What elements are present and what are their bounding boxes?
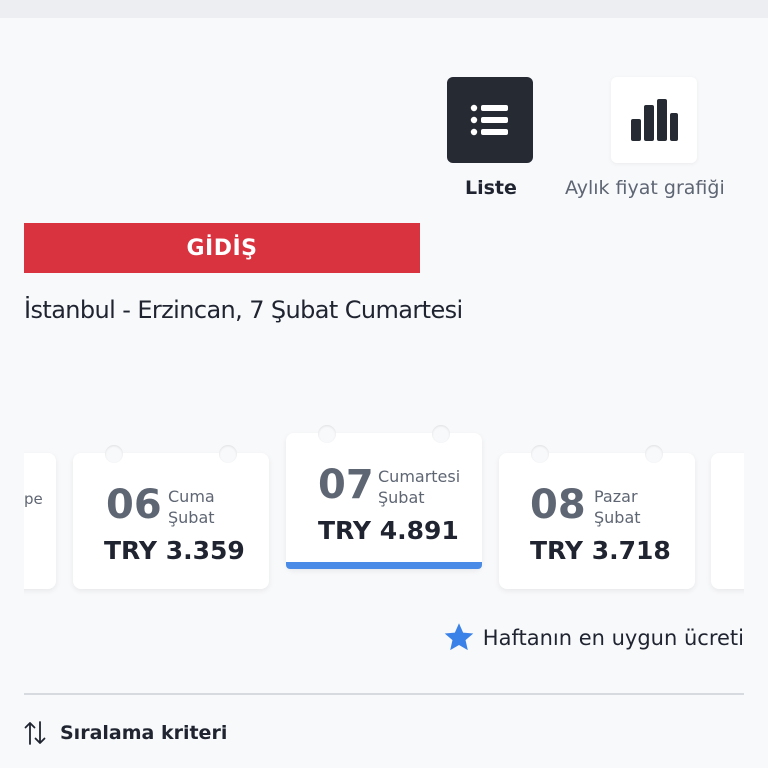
sort-label: Sıralama kriteri [60,722,228,744]
date-card-month: Şubat [168,508,215,527]
monthly-chart-label[interactable]: Aylık fiyat grafiği [565,177,725,199]
best-price-legend: Haftanın en uygun ücreti [443,622,744,653]
star-icon [444,623,474,651]
sort-button[interactable]: Sıralama kriteri [24,720,227,746]
date-card-price: TRY 3.359 [104,536,245,565]
date-card-weekday: Pazar [594,487,638,506]
date-card-month: Şubat [378,488,425,507]
date-card-day: 08 [530,482,586,528]
date-card-weekday: pe [24,490,43,508]
date-card-07-selected[interactable]: 07 Cumartesi Şubat TRY 4.891 [286,425,482,569]
date-card-day: 06 [106,482,162,528]
date-card-partial-left[interactable]: pe [24,453,56,589]
date-card-day: 07 [318,462,374,508]
date-card-weekday: Cumartesi [378,467,461,486]
route-summary: İstanbul - Erzincan, 7 Şubat Cumartesi [24,296,463,324]
date-card-weekday: Cuma [168,487,215,506]
date-card-price: TRY 4.891 [318,516,459,545]
bar-chart-icon [631,99,678,141]
divider [24,693,744,695]
sort-arrows-icon [24,721,46,745]
status-bar-area [0,0,768,18]
selected-indicator [286,562,482,569]
date-card-06[interactable]: 06 Cuma Şubat TRY 3.359 [73,445,269,589]
best-price-text: Haftanın en uygun ücreti [482,625,744,650]
direction-banner: GİDİŞ [24,223,420,273]
list-view-label[interactable]: Liste [465,177,517,199]
date-card-price: TRY 3.718 [530,536,671,565]
date-card-partial-right[interactable] [711,453,744,589]
list-view-button[interactable] [447,77,533,163]
list-icon [470,104,508,136]
date-card-08[interactable]: 08 Pazar Şubat TRY 3.718 [499,445,695,589]
date-carousel[interactable]: pe 06 Cuma Şubat TRY 3.359 07 Cumartesi … [24,420,744,600]
monthly-chart-button[interactable] [611,77,697,163]
date-card-month: Şubat [594,508,641,527]
